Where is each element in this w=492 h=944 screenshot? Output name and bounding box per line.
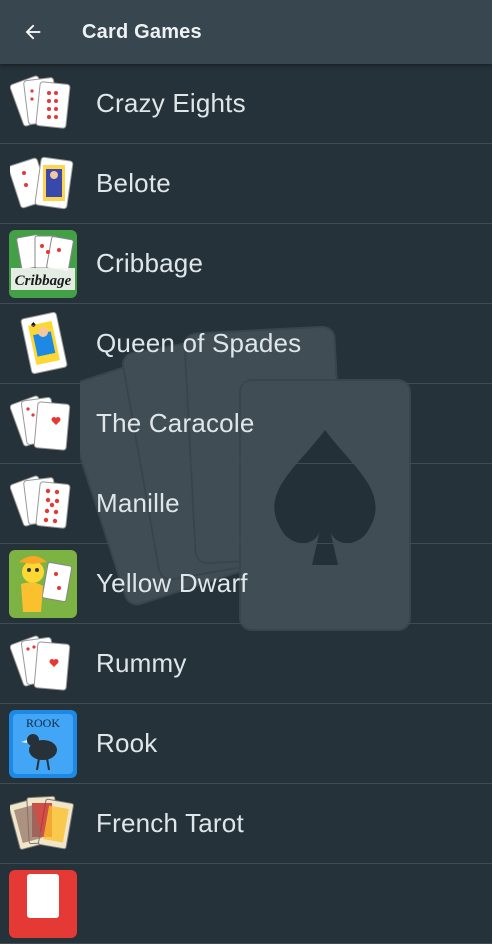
game-label: Queen of Spades (96, 328, 302, 358)
game-label: Rook (96, 728, 158, 758)
red-card-icon (9, 869, 77, 938)
cribbage-icon-text: Cribbage (15, 273, 72, 289)
yellow-dwarf-icon (9, 549, 77, 618)
tarot-cards-icon (9, 790, 77, 858)
list-item-rummy[interactable]: Rummy (0, 624, 492, 704)
list-item-belote[interactable]: Belote (0, 144, 492, 224)
game-label: Rummy (96, 648, 187, 678)
rook-bird-icon: ROOK (9, 709, 77, 778)
game-label: Belote (96, 168, 171, 198)
queen-card-icon: ♠ (9, 310, 77, 378)
list-item-manille[interactable]: Manille (0, 464, 492, 544)
game-label: Yellow Dwarf (96, 568, 248, 598)
back-button[interactable] (20, 19, 46, 45)
game-label: Manille (96, 488, 180, 518)
list-item-rook[interactable]: ROOK Rook (0, 704, 492, 784)
list-item-yellow-dwarf[interactable]: Yellow Dwarf (0, 544, 492, 624)
hearts-fan-icon (9, 390, 77, 458)
arrow-left-icon (25, 24, 41, 40)
game-label: The Caracole (96, 408, 255, 438)
game-label: Crazy Eights (96, 88, 246, 118)
svg-text:♠: ♠ (31, 319, 36, 329)
list-item-french-tarot[interactable]: French Tarot (0, 784, 492, 864)
list-item-crazy-eights[interactable]: Crazy Eights (0, 64, 492, 144)
list-item-cribbage[interactable]: Cribbage Cribbage (0, 224, 492, 304)
list-item-the-caracole[interactable]: The Caracole (0, 384, 492, 464)
hearts-fan-icon (9, 470, 77, 538)
list-item-queen-of-spades[interactable]: ♠ Queen of Spades (0, 304, 492, 384)
hearts-fan-icon (9, 630, 77, 698)
hearts-fan-icon (9, 70, 77, 138)
game-label: French Tarot (96, 808, 244, 838)
page-title: Card Games (82, 20, 202, 43)
jack-card-icon (9, 150, 77, 218)
game-label: Cribbage (96, 248, 204, 278)
list-item-partial[interactable] (0, 864, 492, 944)
app-bar: Card Games (0, 0, 492, 64)
rook-icon-text: ROOK (26, 716, 60, 730)
game-list: Crazy Eights Belote Cribbage Cribbage ♠ … (0, 64, 492, 944)
cribbage-board-icon: Cribbage (9, 229, 77, 298)
